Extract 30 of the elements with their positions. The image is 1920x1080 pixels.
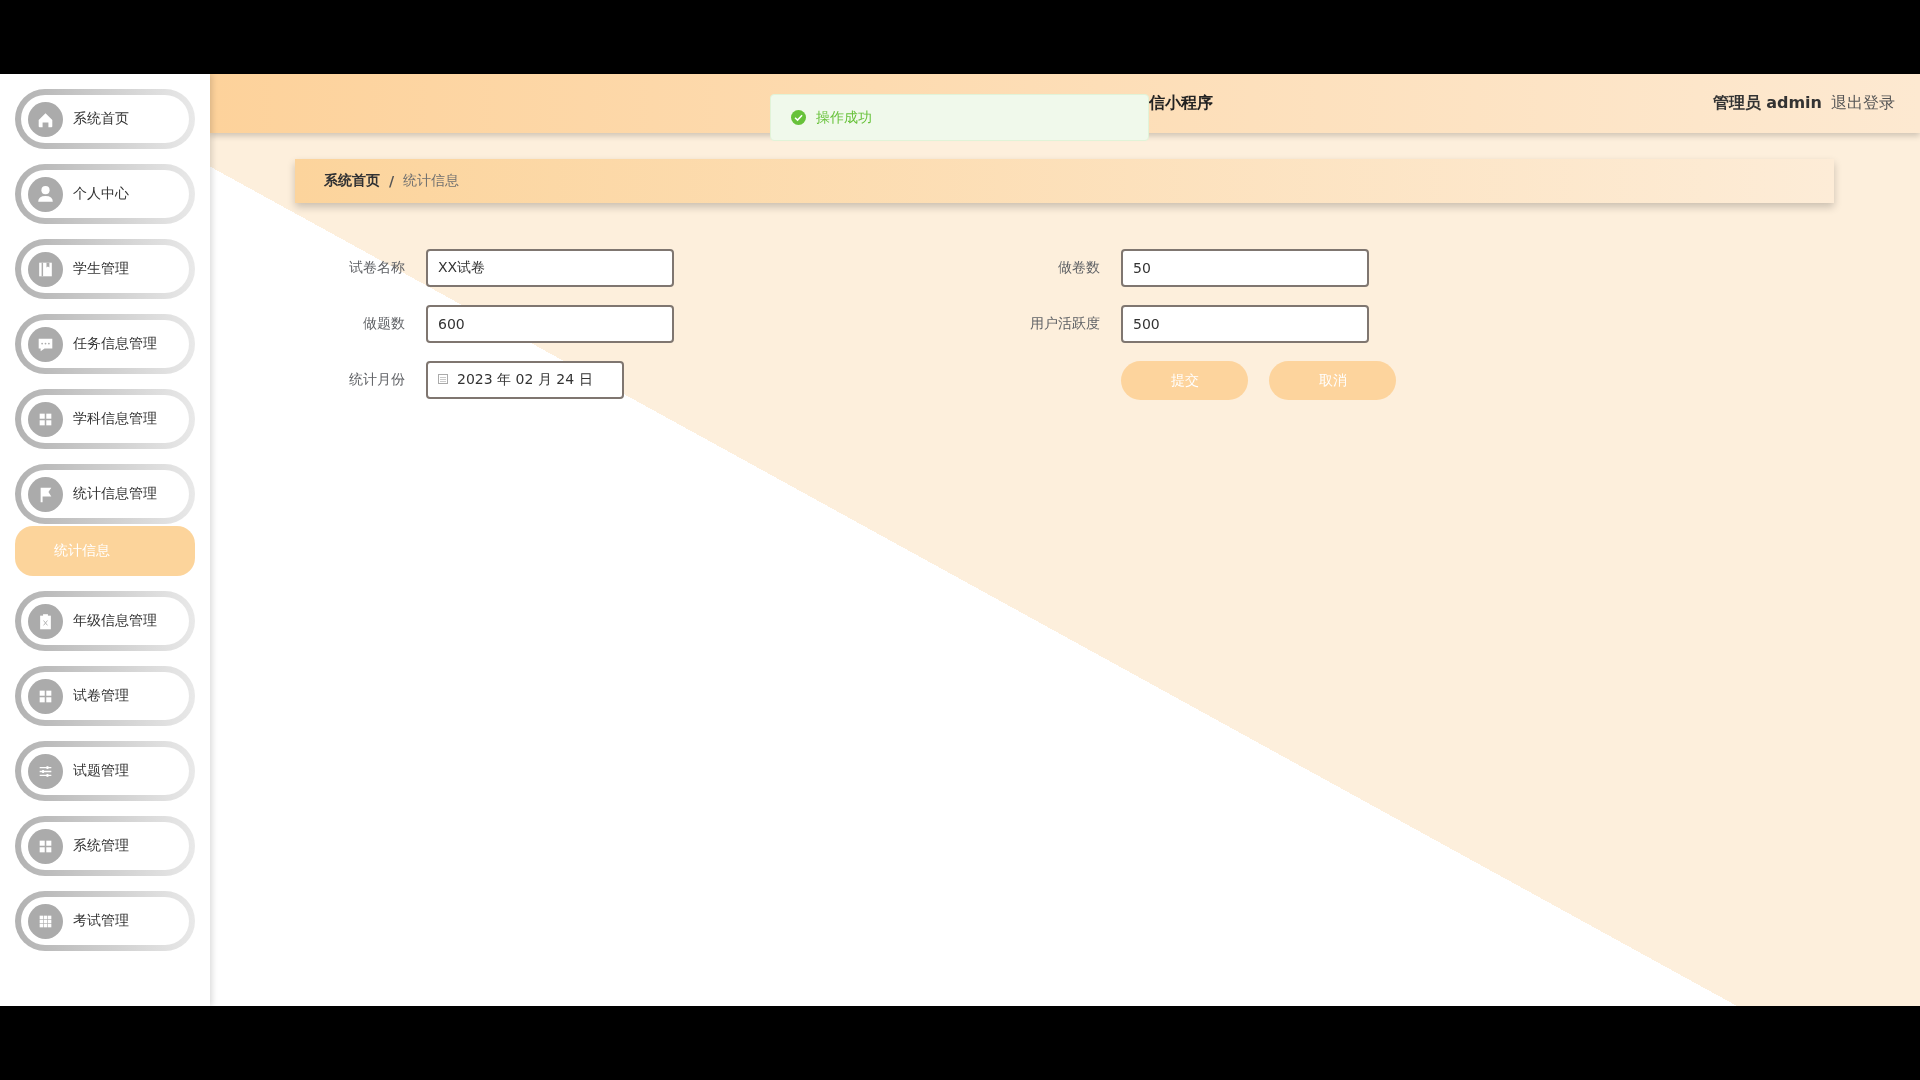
date-field[interactable]: 2023 年 02 月 24 日 bbox=[426, 361, 624, 399]
app-title: 信小程序 bbox=[1149, 93, 1213, 114]
field-label: 统计月份 bbox=[348, 371, 406, 389]
flag-icon bbox=[28, 476, 63, 512]
field-label: 做卷数 bbox=[1057, 259, 1101, 277]
chat-icon bbox=[28, 326, 63, 362]
table-icon bbox=[28, 903, 63, 939]
calendar-icon bbox=[438, 374, 448, 384]
text-field[interactable]: 500 bbox=[1121, 305, 1369, 343]
sliders-icon bbox=[28, 753, 63, 789]
grid-icon bbox=[28, 678, 63, 714]
breadcrumb-current: 统计信息 bbox=[403, 172, 460, 190]
check-circle-icon bbox=[791, 110, 806, 125]
grid-icon bbox=[28, 401, 63, 437]
field-label: 用户活跃度 bbox=[1029, 315, 1101, 333]
clipboard-icon bbox=[28, 603, 63, 639]
home-icon bbox=[28, 101, 63, 137]
breadcrumb-separator: / bbox=[389, 173, 395, 189]
text-field[interactable]: XX试卷 bbox=[426, 249, 674, 287]
book-icon bbox=[28, 251, 63, 287]
text-field[interactable]: 50 bbox=[1121, 249, 1369, 287]
user-icon bbox=[28, 176, 63, 212]
logout-link[interactable]: 退出登录 bbox=[1831, 93, 1895, 114]
text-field[interactable]: 600 bbox=[426, 305, 674, 343]
field-label: 试卷名称 bbox=[348, 259, 406, 277]
breadcrumb-link[interactable]: 系统首页 bbox=[324, 172, 380, 190]
grid-icon bbox=[28, 828, 63, 864]
toast-text: 操作成功 bbox=[816, 108, 872, 127]
user-name: 管理员 admin bbox=[1712, 93, 1822, 114]
field-label: 做题数 bbox=[362, 315, 406, 333]
